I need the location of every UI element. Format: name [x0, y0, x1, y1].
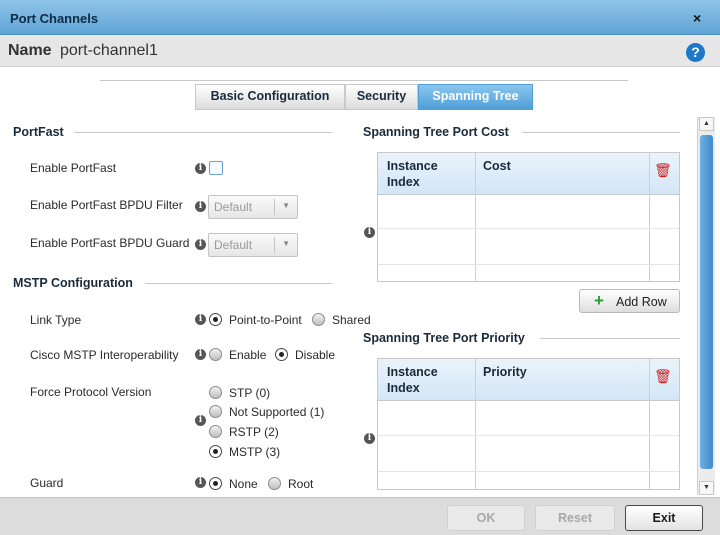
window-title: Port Channels: [10, 11, 99, 26]
force-stp-label: STP (0): [229, 386, 271, 400]
port-priority-divider: [540, 338, 680, 339]
select-separator: [274, 199, 275, 215]
column-divider: [649, 153, 650, 281]
exit-button[interactable]: Exit: [625, 505, 703, 531]
info-icon: i: [195, 314, 206, 325]
force-rstp-label: RSTP (2): [229, 425, 279, 439]
select-separator: [274, 237, 275, 253]
info-icon: i: [195, 239, 206, 250]
row-divider: [378, 435, 679, 436]
enable-portfast-checkbox[interactable]: [209, 161, 223, 175]
column-divider: [475, 359, 476, 489]
bpdu-guard-select[interactable]: Default ▼: [208, 233, 298, 257]
ok-button[interactable]: OK: [447, 505, 525, 531]
guard-label: Guard: [30, 476, 64, 490]
force-stp-radio[interactable]: [209, 386, 222, 399]
cisco-disable-radio[interactable]: [275, 348, 288, 361]
close-icon[interactable]: ×: [693, 10, 701, 26]
column-header-instance-index: Instance Index: [387, 159, 438, 189]
port-cost-table: Instance Index Cost 🗑: [377, 152, 680, 282]
guard-none-label: None: [229, 477, 258, 491]
cisco-enable-radio[interactable]: [209, 348, 222, 361]
link-type-point-to-point-radio[interactable]: [209, 313, 222, 326]
chevron-down-icon: ▼: [282, 201, 290, 210]
vertical-scrollbar[interactable]: ▲ ▼: [697, 117, 715, 495]
mstp-section-title: MSTP Configuration: [13, 276, 133, 290]
info-icon: i: [195, 163, 206, 174]
bpdu-filter-label: Enable PortFast BPDU Filter: [30, 198, 183, 212]
trash-icon[interactable]: 🗑: [654, 162, 672, 179]
tab-basic-configuration[interactable]: Basic Configuration: [195, 84, 345, 110]
tab-security[interactable]: Security: [345, 84, 418, 110]
column-header-instance-index: Instance Index: [387, 365, 438, 395]
cisco-mstp-label: Cisco MSTP Interoperability: [30, 348, 179, 362]
force-protocol-label: Force Protocol Version: [30, 385, 152, 399]
help-icon[interactable]: ?: [686, 43, 705, 62]
port-priority-table: Instance Index Priority 🗑: [377, 358, 680, 490]
column-header-priority: Priority: [483, 365, 527, 379]
info-icon: i: [364, 433, 375, 444]
column-divider: [475, 153, 476, 281]
bpdu-guard-label: Enable PortFast BPDU Guard: [30, 236, 190, 250]
bpdu-guard-value: Default: [214, 238, 253, 252]
name-bar: Name port-channel1: [0, 35, 720, 67]
reset-button[interactable]: Reset: [535, 505, 615, 531]
guard-root-radio[interactable]: [268, 477, 281, 490]
link-type-point-to-point-label: Point-to-Point: [229, 313, 302, 327]
info-icon: i: [195, 349, 206, 360]
row-divider: [378, 471, 679, 472]
scroll-down-arrow-icon[interactable]: ▼: [699, 481, 714, 495]
scroll-up-arrow-icon[interactable]: ▲: [699, 117, 714, 131]
info-icon: i: [195, 415, 206, 426]
force-rstp-radio[interactable]: [209, 425, 222, 438]
mstp-divider: [145, 283, 332, 284]
cisco-enable-label: Enable: [229, 348, 267, 362]
port-cost-divider: [522, 132, 680, 133]
force-not-supported-label: Not Supported (1): [229, 405, 325, 419]
port-priority-section-title: Spanning Tree Port Priority: [363, 331, 525, 345]
info-icon: i: [364, 227, 375, 238]
cisco-disable-label: Disable: [295, 348, 336, 362]
scrollbar-thumb[interactable]: [700, 135, 713, 469]
column-header-cost: Cost: [483, 159, 511, 173]
trash-icon[interactable]: 🗑: [654, 368, 672, 385]
port-cost-section-title: Spanning Tree Port Cost: [363, 125, 509, 139]
portfast-section-title: PortFast: [13, 125, 64, 139]
add-row-button[interactable]: + Add Row: [579, 289, 680, 313]
name-label: Name: [8, 42, 52, 59]
tab-spanning-tree[interactable]: Spanning Tree: [418, 84, 533, 110]
force-mstp-label: MSTP (3): [229, 445, 281, 459]
info-icon: i: [195, 477, 206, 488]
guard-root-label: Root: [288, 477, 314, 491]
row-divider: [378, 228, 679, 229]
link-type-shared-radio[interactable]: [312, 313, 325, 326]
add-row-label: Add Row: [616, 295, 667, 309]
tab-divider: [100, 80, 628, 81]
column-divider: [649, 359, 650, 489]
plus-icon: +: [594, 291, 604, 310]
link-type-shared-label: Shared: [332, 313, 371, 327]
info-icon: i: [195, 201, 206, 212]
chevron-down-icon: ▼: [282, 239, 290, 248]
portfast-divider: [74, 132, 332, 133]
force-mstp-radio[interactable]: [209, 445, 222, 458]
force-not-supported-radio[interactable]: [209, 405, 222, 418]
guard-none-radio[interactable]: [209, 477, 222, 490]
name-value: port-channel1: [60, 42, 158, 59]
bpdu-filter-value: Default: [214, 200, 253, 214]
bpdu-filter-select[interactable]: Default ▼: [208, 195, 298, 219]
row-divider: [378, 264, 679, 265]
link-type-label: Link Type: [30, 313, 82, 327]
enable-portfast-label: Enable PortFast: [30, 161, 117, 175]
title-bar: Port Channels ×: [0, 0, 720, 35]
